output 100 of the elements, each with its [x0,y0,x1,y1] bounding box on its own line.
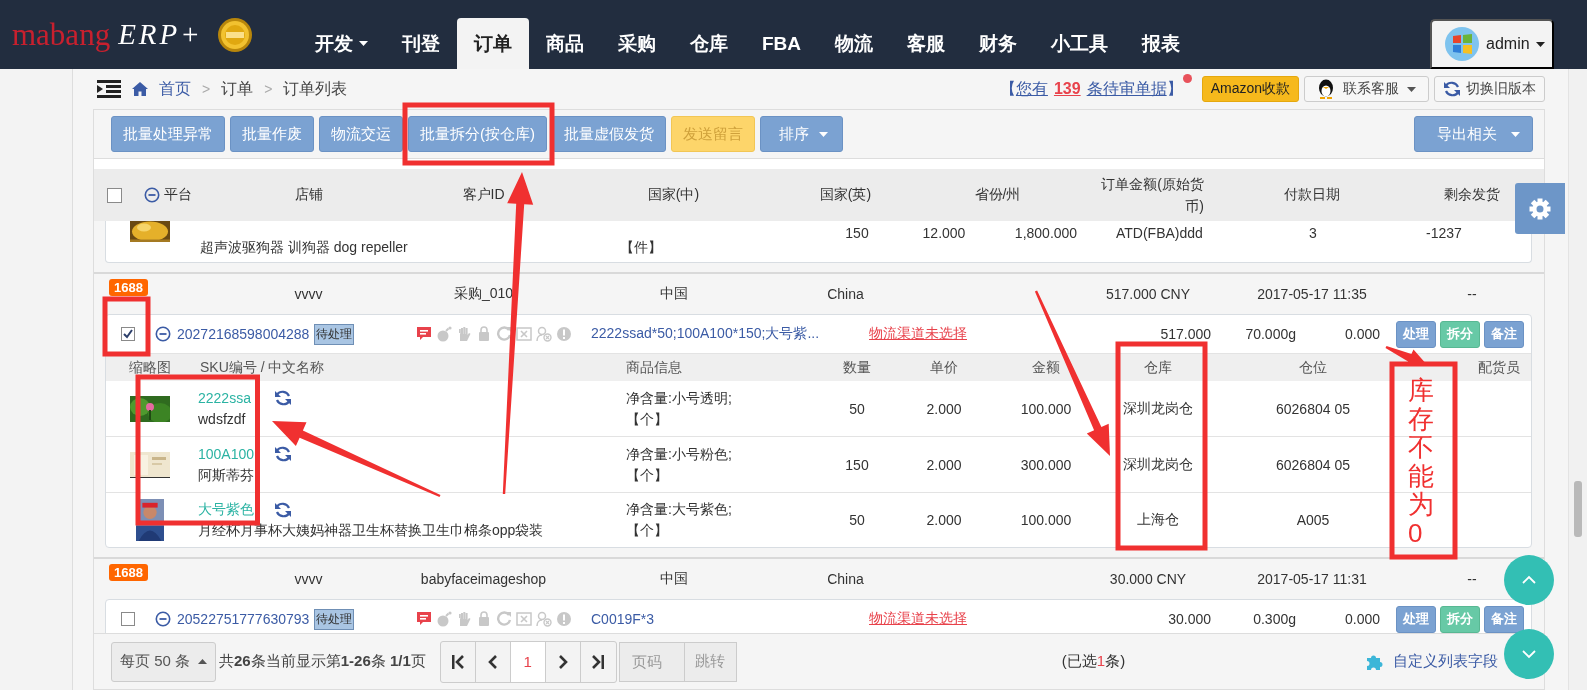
product-attribute: 净含量:小号粉色; [626,444,733,464]
table-cell: 30.000 CNY [1109,571,1187,587]
nav-tab[interactable]: 仓库 [673,18,745,69]
column-header: 单价 [930,358,958,375]
table-cell: 150 [845,225,869,241]
nav-tab[interactable]: 开发 [298,18,385,69]
nav-tab[interactable]: 财务 [962,18,1035,69]
penguin-icon [1317,79,1335,99]
first-page-icon [450,653,465,670]
table-cell: 2.000 [926,400,962,417]
nav-tab[interactable]: 采购 [601,18,673,69]
table-cell: 中国 [659,570,688,586]
refresh-icon[interactable] [274,446,292,462]
breadcrumb-separator: > [264,81,273,97]
product-name: wdsfzdf [198,409,247,429]
table-cell-text: 70.000g [1244,326,1296,342]
column-header: 仓位 [1299,358,1327,375]
column-header: SKU编号 / 中文名称 [200,358,325,375]
unit-label: 【件】 [620,239,662,255]
nav-tab[interactable]: 刊登 [385,18,457,69]
contact-support-button[interactable]: 联系客服 [1304,76,1429,102]
column-header: 国家(中) [647,186,700,202]
user-avatar-icon [1444,26,1480,62]
message-icon[interactable] [416,326,432,342]
table-cell: vvvv [294,286,323,302]
vip-medal-icon [216,16,253,53]
sidebar-toggle-icon[interactable] [97,80,121,98]
product-summary: C0019F*3 [591,611,656,627]
breadcrumb-link[interactable]: 订单 [221,78,254,100]
switch-version-button[interactable]: 切换旧版本 [1434,76,1545,102]
column-header: 平台 [164,186,192,204]
chevron-down-icon [1521,649,1537,659]
nav-tab[interactable]: FBA [745,18,819,69]
nav-tab[interactable]: 物流 [818,18,891,69]
table-cell: China [827,571,864,587]
refresh-icon[interactable] [496,326,512,342]
column-header: 金额 [1032,358,1060,375]
table-cell: 50 [849,512,865,528]
collapse-icon[interactable] [144,187,160,203]
table-cell: 517.000 CNY [1105,286,1191,302]
pagination-summary: 共26条当前显示第1-26条 1/1页 [219,652,426,671]
table-cell-text: 0.300g [1252,611,1296,627]
last-page-icon [591,653,606,670]
caret-icon [1407,86,1416,92]
column-header: 国家(英) [819,186,872,202]
product-attribute: 净含量:小号透明; [626,388,733,408]
unit-label: 【个】 [626,409,669,429]
customize-columns-link[interactable]: 自定义列表字段 [1393,652,1498,671]
brand-name: mabang [12,19,111,50]
chevron-up-icon [1521,575,1537,585]
refresh-icon[interactable] [274,390,292,406]
product-summary: 2222ssad*50;100A100*150;大号紫... [591,325,821,343]
table-cell: 100.000 [1020,512,1072,528]
table-cell: A005 [1296,512,1330,528]
refresh-icon[interactable] [1443,81,1461,97]
unit-label: 【个】 [626,521,669,540]
annotation-note: 库存不能为0 [1408,376,1434,548]
table-cell-text: 30.000 [1167,611,1211,627]
message-icon[interactable] [416,611,432,627]
logistics-link[interactable]: 物流渠道未选择 [869,325,984,343]
nav-tab[interactable]: 商品 [529,18,601,69]
table-cell: 3 [1309,225,1317,241]
nav-tab[interactable]: 订单 [457,18,529,69]
table-cell: 2.000 [926,512,962,528]
table-cell: 50 [849,400,865,417]
breadcrumb-link[interactable]: 首页 [159,78,191,100]
product-attribute: 净含量:大号紫色; [626,500,733,519]
table-cell-text: 517.000 [1159,326,1211,342]
logistics-link[interactable]: 物流渠道未选择 [869,610,984,628]
breadcrumb-separator: > [202,81,211,97]
table-cell: 深圳龙岗仓 [1123,399,1193,416]
settings-button[interactable] [1515,183,1565,234]
table-cell: babyfaceimageshop [420,571,547,587]
nav-tab[interactable]: 客服 [890,18,963,69]
table-cell-text: 0.000 [1343,326,1380,342]
collapse-icon[interactable] [155,326,171,342]
caret-icon [819,131,828,137]
order-number[interactable]: 20272168598004288 [177,326,310,342]
checkbox[interactable] [121,327,135,341]
page-button[interactable]: 1 [510,641,546,682]
product-name: 阿斯蒂芬 [198,465,255,485]
platform-badge: 1688 [109,279,148,296]
column-header: 数量 [843,358,871,375]
checkbox[interactable] [106,187,122,203]
order-number[interactable]: 20522751777630793 [177,611,310,627]
checkbox[interactable] [121,612,135,626]
column-header: 省份/州 [974,186,1021,202]
table-cell: 深圳龙岗仓 [1123,455,1193,472]
table-cell: China [827,286,864,302]
page-size-dropdown[interactable]: 每页 50 条 [111,641,217,682]
page-number-field[interactable]: 页码 [618,641,685,682]
amazon-payment-button[interactable]: Amazon收款 [1201,76,1299,102]
pending-orders-link[interactable]: 【您有 139 条待审单据】 [999,78,1183,100]
nav-tab[interactable]: 报表 [1125,18,1198,69]
user-menu[interactable]: admin [1430,19,1554,69]
column-header: 商品信息 [626,358,682,375]
table-cell: 2017-05-17 11:31 [1257,571,1367,587]
nav-tab[interactable]: 小工具 [1034,18,1126,69]
refresh-icon[interactable] [274,501,292,518]
collapse-icon[interactable] [155,611,171,627]
